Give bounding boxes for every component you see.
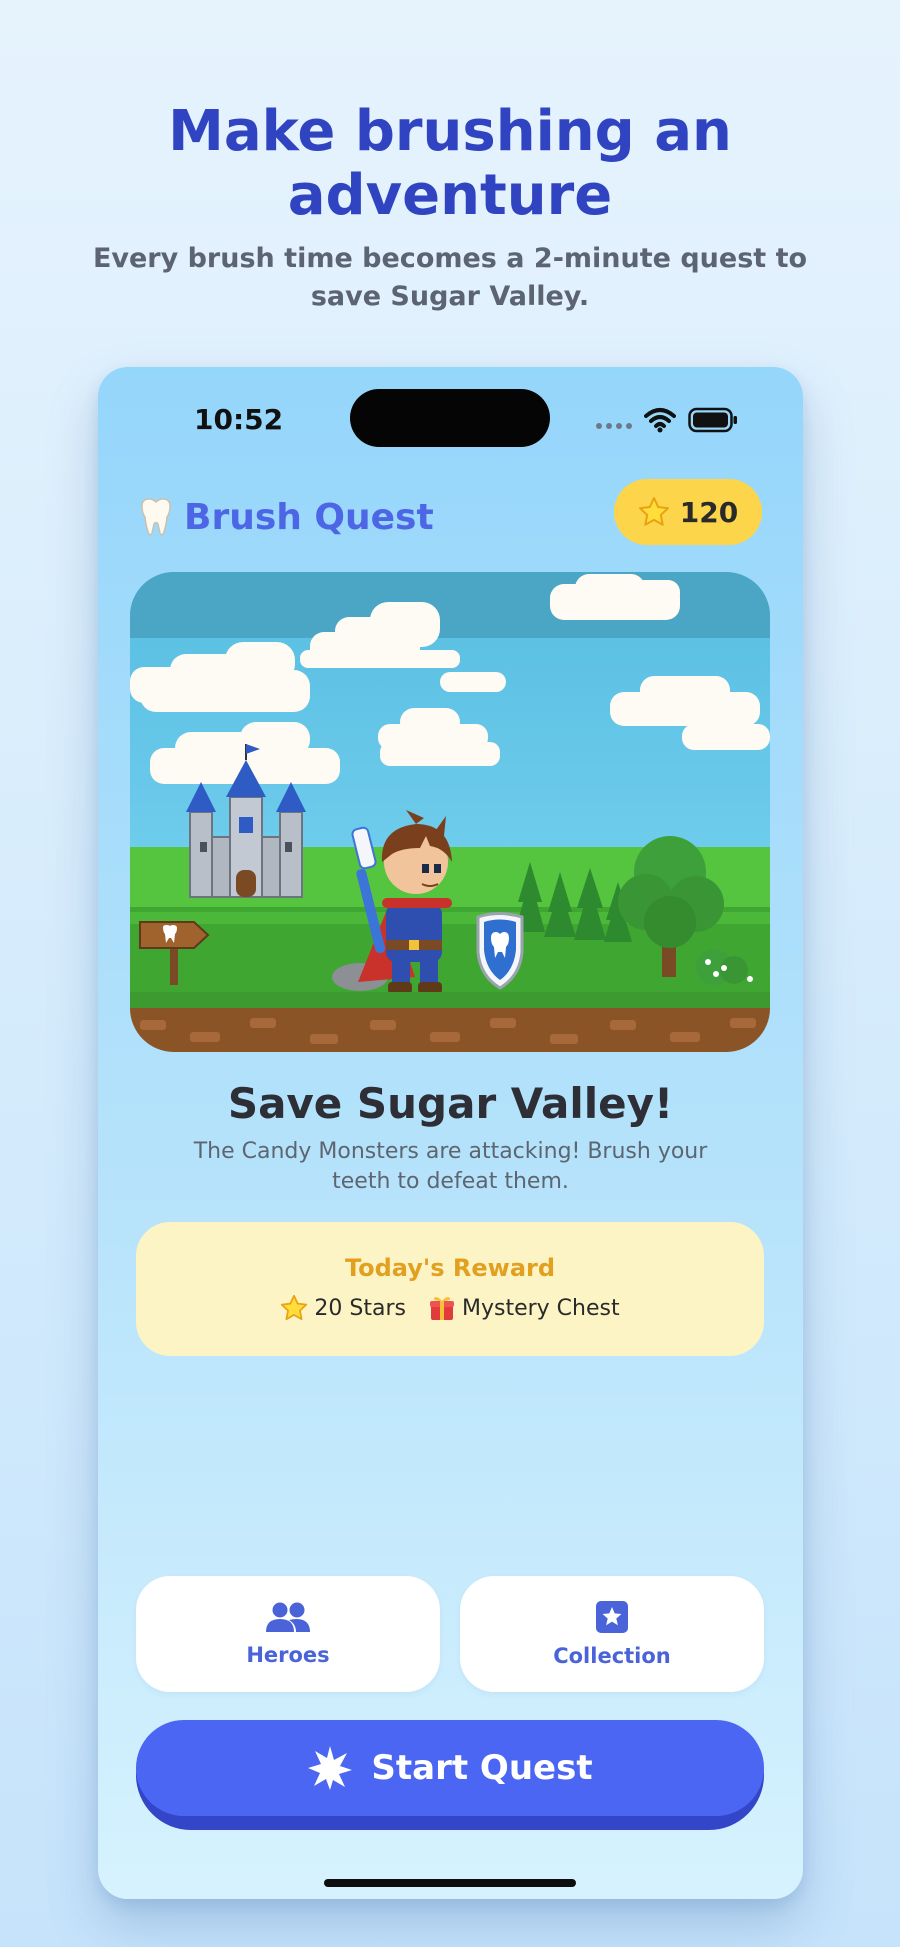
reward-items: 20 Stars Mystery Chest xyxy=(136,1294,764,1322)
heroes-label: Heroes xyxy=(246,1643,330,1667)
wifi-icon xyxy=(644,408,676,433)
star-icon xyxy=(281,1294,308,1321)
reward-title: Today's Reward xyxy=(344,1254,556,1282)
start-quest-button[interactable]: Start Quest xyxy=(136,1720,764,1830)
gift-icon xyxy=(429,1297,454,1320)
battery-icon xyxy=(688,407,737,433)
people-icon xyxy=(266,1602,310,1632)
reward-item-label: 20 Stars xyxy=(314,1295,406,1321)
stars-count: 120 xyxy=(679,495,739,529)
home-indicator[interactable] xyxy=(324,1879,576,1887)
dynamic-island xyxy=(350,389,550,447)
phone-screen: 10:52 Brush Quest 120 Save Sugar Valley!… xyxy=(98,367,803,1899)
reward-item-chest: Mystery Chest xyxy=(428,1294,620,1322)
stars-balance[interactable]: 120 xyxy=(614,479,762,545)
star-badge-icon xyxy=(596,1601,628,1633)
collection-label: Collection xyxy=(553,1644,671,1668)
reward-item-stars: 20 Stars xyxy=(280,1294,406,1322)
start-quest-face[interactable]: Start Quest xyxy=(136,1720,764,1816)
quest-title: Save Sugar Valley! xyxy=(227,1079,674,1128)
marketing-subheadline: Every brush time becomes a 2-minute ques… xyxy=(92,243,808,312)
reward-card: Today's Reward 20 Stars Mystery Chest xyxy=(136,1222,764,1356)
tooth-icon xyxy=(141,498,171,536)
quest-description: The Candy Monsters are attacking! Brush … xyxy=(193,1139,708,1194)
sparkle-burst-icon xyxy=(308,1746,353,1790)
app-header: Brush Quest xyxy=(138,489,434,545)
quest-illustration xyxy=(130,572,770,1052)
star-icon xyxy=(638,497,669,526)
status-time: 10:52 xyxy=(194,403,284,436)
marketing-headline: Make brushing an adventure xyxy=(168,99,732,228)
reward-item-label: Mystery Chest xyxy=(461,1295,620,1321)
start-quest-label: Start Quest xyxy=(371,1748,593,1788)
heroes-button[interactable]: Heroes xyxy=(136,1576,440,1692)
app-title: Brush Quest xyxy=(184,496,434,538)
collection-button[interactable]: Collection xyxy=(460,1576,764,1692)
signal-dots-icon xyxy=(596,423,632,429)
